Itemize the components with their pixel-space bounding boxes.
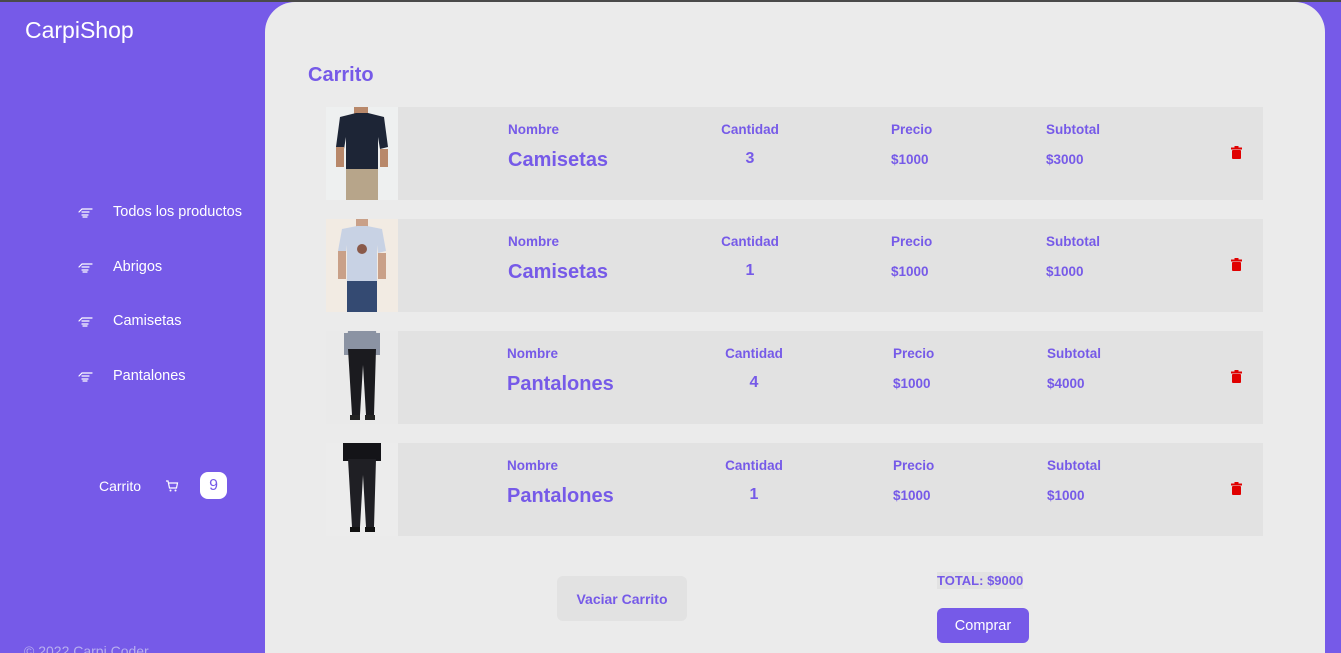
col-price: Precio $1000 bbox=[893, 458, 934, 503]
hand-pointing-icon bbox=[78, 314, 96, 328]
nav-item-camisetas[interactable]: Camisetas bbox=[78, 311, 242, 331]
col-qty-header: Cantidad bbox=[721, 234, 779, 249]
page-title: Carrito bbox=[308, 64, 374, 86]
product-subtotal: $1000 bbox=[1047, 488, 1085, 503]
col-name: Nombre Camisetas bbox=[508, 234, 608, 284]
hand-pointing-icon bbox=[78, 369, 96, 383]
cart-icon bbox=[165, 479, 179, 493]
col-subtotal-header: Subtotal bbox=[1046, 122, 1100, 137]
cart-item-row: Nombre Camisetas Cantidad 1 Precio $1000… bbox=[326, 219, 1263, 312]
col-name-header: Nombre bbox=[507, 346, 559, 361]
product-name: Camisetas bbox=[508, 261, 609, 283]
product-subtotal: $3000 bbox=[1046, 152, 1084, 167]
col-price-header: Precio bbox=[893, 346, 935, 361]
nav-item-pantalones[interactable]: Pantalones bbox=[78, 366, 242, 386]
product-image bbox=[326, 443, 398, 536]
sidebar-cart-link[interactable]: Carrito 9 bbox=[99, 472, 228, 499]
product-qty: 4 bbox=[749, 374, 759, 391]
col-qty: Cantidad 1 bbox=[719, 234, 781, 280]
main-panel: Carrito Nombre Camisetas Cantidad 3 Prec… bbox=[265, 2, 1325, 653]
cart-label: Carrito bbox=[99, 477, 142, 494]
col-qty: Cantidad 1 bbox=[723, 458, 785, 504]
product-subtotal: $4000 bbox=[1047, 376, 1085, 391]
product-price: $1000 bbox=[893, 376, 931, 391]
col-qty-header: Cantidad bbox=[721, 122, 779, 137]
hand-pointing-icon bbox=[78, 260, 96, 274]
col-price: Precio $1000 bbox=[891, 122, 932, 167]
cart-item-row: Nombre Camisetas Cantidad 3 Precio $1000… bbox=[326, 107, 1263, 200]
right-edge-strip bbox=[1325, 2, 1341, 653]
product-subtotal: $1000 bbox=[1046, 264, 1084, 279]
footer-copyright: © 2022 Carpi Coder bbox=[24, 643, 149, 653]
col-qty: Cantidad 4 bbox=[723, 346, 785, 392]
product-qty: 1 bbox=[749, 486, 759, 503]
product-image bbox=[326, 107, 398, 200]
nav-item-label: Abrigos bbox=[113, 258, 163, 275]
product-image bbox=[326, 331, 398, 424]
brand-logo[interactable]: CarpiShop bbox=[25, 17, 134, 44]
clear-cart-button[interactable]: Vaciar Carrito bbox=[557, 576, 687, 621]
product-qty: 3 bbox=[745, 150, 755, 167]
sidebar: CarpiShop Todos los productos Abrigos Ca… bbox=[0, 2, 265, 653]
cart-count-badge: 9 bbox=[200, 472, 228, 499]
product-price: $1000 bbox=[891, 152, 929, 167]
hand-pointing-icon bbox=[78, 205, 96, 219]
product-image bbox=[326, 219, 398, 312]
col-price: Precio $1000 bbox=[891, 234, 932, 279]
col-qty-header: Cantidad bbox=[725, 346, 783, 361]
product-name: Pantalones bbox=[507, 373, 614, 395]
buy-button[interactable]: Comprar bbox=[937, 608, 1029, 643]
col-name-header: Nombre bbox=[507, 458, 559, 473]
product-name: Camisetas bbox=[508, 149, 609, 171]
col-price-header: Precio bbox=[893, 458, 935, 473]
col-subtotal: Subtotal $1000 bbox=[1046, 234, 1100, 279]
nav-item-abrigos[interactable]: Abrigos bbox=[78, 257, 242, 277]
cart-item-row: Nombre Pantalones Cantidad 1 Precio $100… bbox=[326, 443, 1263, 536]
col-subtotal: Subtotal $1000 bbox=[1047, 458, 1101, 503]
col-price-header: Precio bbox=[891, 122, 933, 137]
col-subtotal-header: Subtotal bbox=[1047, 458, 1101, 473]
col-subtotal: Subtotal $4000 bbox=[1047, 346, 1101, 391]
trash-icon[interactable] bbox=[1231, 146, 1242, 159]
product-price: $1000 bbox=[891, 264, 929, 279]
col-name-header: Nombre bbox=[508, 122, 560, 137]
product-name: Pantalones bbox=[507, 485, 614, 507]
product-price: $1000 bbox=[893, 488, 931, 503]
col-name: Nombre Camisetas bbox=[508, 122, 608, 172]
nav-item-label: Camisetas bbox=[113, 313, 182, 329]
col-name: Nombre Pantalones bbox=[507, 458, 614, 508]
nav-item-label: Todos los productos bbox=[113, 204, 242, 220]
cart-total: TOTAL: $9000 bbox=[937, 572, 1024, 589]
product-qty: 1 bbox=[745, 262, 755, 279]
category-nav: Todos los productos Abrigos Camisetas Pa… bbox=[78, 202, 242, 420]
col-subtotal: Subtotal $3000 bbox=[1046, 122, 1100, 167]
col-price-header: Precio bbox=[891, 234, 933, 249]
col-qty: Cantidad 3 bbox=[719, 122, 781, 168]
col-subtotal-header: Subtotal bbox=[1047, 346, 1101, 361]
nav-item-todos[interactable]: Todos los productos bbox=[78, 202, 242, 222]
col-name-header: Nombre bbox=[508, 234, 560, 249]
cart-item-row: Nombre Pantalones Cantidad 4 Precio $100… bbox=[326, 331, 1263, 424]
nav-item-label: Pantalones bbox=[113, 367, 186, 384]
trash-icon[interactable] bbox=[1231, 258, 1242, 271]
trash-icon[interactable] bbox=[1231, 370, 1242, 383]
cart-item-list: Nombre Camisetas Cantidad 3 Precio $1000… bbox=[326, 107, 1263, 555]
col-name: Nombre Pantalones bbox=[507, 346, 614, 396]
col-qty-header: Cantidad bbox=[725, 458, 783, 473]
trash-icon[interactable] bbox=[1231, 482, 1242, 495]
col-subtotal-header: Subtotal bbox=[1046, 234, 1100, 249]
col-price: Precio $1000 bbox=[893, 346, 934, 391]
